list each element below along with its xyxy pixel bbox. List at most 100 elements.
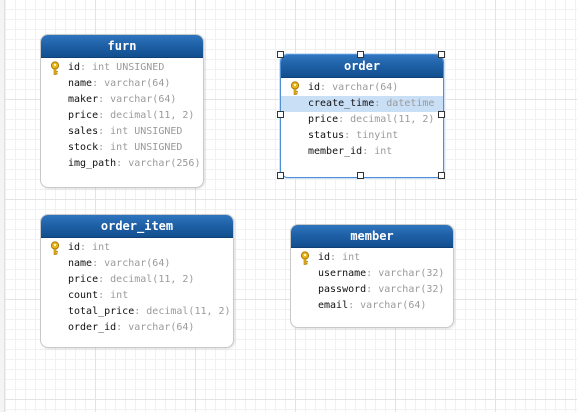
field-name: img_path	[68, 158, 117, 169]
resize-handle-right[interactable]	[438, 111, 445, 118]
resize-handle-bottom-left[interactable]	[277, 172, 284, 179]
table-title[interactable]: furn	[41, 35, 203, 58]
table-order-item[interactable]: order_item id: int name: varchar(64) price…	[40, 214, 234, 348]
field-type: varchar(64)	[104, 78, 171, 89]
field-name: name	[68, 258, 93, 269]
field-separator: :	[344, 130, 357, 141]
field-row[interactable]: price: decimal(11, 2)	[41, 272, 233, 288]
field-row[interactable]: name: varchar(64)	[41, 76, 203, 92]
field-name: count	[68, 290, 99, 301]
canvas-left-ruler	[0, 0, 5, 412]
field-row[interactable]: maker: varchar(64)	[41, 92, 203, 108]
field-type: datetime	[386, 98, 435, 109]
field-row[interactable]: img_path: varchar(256)	[41, 156, 203, 172]
field-type: decimal(11, 2)	[110, 110, 195, 121]
field-name: member_id	[308, 146, 363, 157]
field-separator: :	[98, 94, 111, 105]
field-separator: :	[98, 274, 111, 285]
field-type: int	[110, 290, 129, 301]
field-name: order_id	[68, 322, 117, 333]
field-separator: :	[374, 98, 387, 109]
field-separator: :	[116, 322, 129, 333]
field-row[interactable]: price: decimal(11, 2)	[41, 108, 203, 124]
field-type: varchar(32)	[378, 268, 445, 279]
field-name: price	[68, 110, 99, 121]
field-row[interactable]: id: int	[291, 250, 453, 266]
table-title[interactable]: order_item	[41, 215, 233, 238]
field-separator: :	[80, 62, 93, 73]
field-name: name	[68, 78, 93, 89]
field-type: int UNSIGNED	[110, 142, 183, 153]
field-row[interactable]: id: varchar(64)	[281, 80, 443, 96]
field-separator: :	[92, 78, 105, 89]
resize-handle-left[interactable]	[277, 111, 284, 118]
resize-handle-top-left[interactable]	[277, 51, 284, 58]
field-type: varchar(32)	[378, 284, 445, 295]
field-row[interactable]: total_price: decimal(11, 2)	[41, 304, 233, 320]
field-name: email	[318, 300, 349, 311]
field-row[interactable]: order_id: varchar(64)	[41, 320, 233, 336]
field-separator: :	[348, 300, 361, 311]
field-name: total_price	[68, 306, 135, 317]
er-diagram-canvas[interactable]: furn id: int UNSIGNED name: varchar(64) ma…	[0, 0, 577, 412]
field-row[interactable]: status: tinyint	[281, 128, 443, 144]
field-type: int	[92, 242, 111, 253]
field-separator: :	[92, 258, 105, 269]
primary-key-icon	[49, 61, 61, 75]
field-row[interactable]: create_time: datetime	[281, 96, 443, 112]
field-separator: :	[330, 252, 343, 263]
field-type: decimal(11, 2)	[146, 306, 231, 317]
resize-handle-bottom-right[interactable]	[438, 172, 445, 179]
field-separator: :	[366, 268, 379, 279]
table-title[interactable]: member	[291, 225, 453, 248]
field-row[interactable]: password: varchar(32)	[291, 282, 453, 298]
field-type: int	[342, 252, 361, 263]
field-separator: :	[80, 242, 93, 253]
field-separator: :	[98, 142, 111, 153]
primary-key-icon	[289, 81, 301, 95]
field-name: create_time	[308, 98, 375, 109]
field-type: int UNSIGNED	[110, 126, 183, 137]
resize-handle-bottom[interactable]	[357, 172, 364, 179]
field-row[interactable]: member_id: int	[281, 144, 443, 160]
field-name: price	[68, 274, 99, 285]
field-separator: :	[362, 146, 375, 157]
resize-handle-top-right[interactable]	[438, 51, 445, 58]
field-row[interactable]: name: varchar(64)	[41, 256, 233, 272]
field-row[interactable]: sales: int UNSIGNED	[41, 124, 203, 140]
field-separator: :	[320, 82, 333, 93]
field-row[interactable]: stock: int UNSIGNED	[41, 140, 203, 156]
table-member[interactable]: member id: int username: varchar(32) passw…	[290, 224, 454, 328]
field-type: varchar(64)	[110, 94, 177, 105]
field-separator: :	[134, 306, 147, 317]
field-name: price	[308, 114, 339, 125]
field-row[interactable]: id: int UNSIGNED	[41, 60, 203, 76]
field-row[interactable]: count: int	[41, 288, 233, 304]
resize-handle-top[interactable]	[357, 51, 364, 58]
field-row[interactable]: price: decimal(11, 2)	[281, 112, 443, 128]
field-type: varchar(64)	[128, 322, 195, 333]
field-name: stock	[68, 142, 99, 153]
field-name: id	[68, 242, 81, 253]
field-name: id	[68, 62, 81, 73]
field-name: password	[318, 284, 367, 295]
table-title[interactable]: order	[281, 55, 443, 78]
field-row[interactable]: email: varchar(64)	[291, 298, 453, 314]
field-type: decimal(11, 2)	[110, 274, 195, 285]
field-name: sales	[68, 126, 99, 137]
field-separator: :	[116, 158, 129, 169]
field-type: varchar(256)	[128, 158, 201, 169]
field-name: username	[318, 268, 367, 279]
field-name: id	[308, 82, 321, 93]
field-name: id	[318, 252, 331, 263]
table-order[interactable]: order id: varchar(64) create_time: dateti…	[280, 54, 444, 178]
field-separator: :	[338, 114, 351, 125]
field-separator: :	[98, 110, 111, 121]
field-row[interactable]: id: int	[41, 240, 233, 256]
field-type: varchar(64)	[360, 300, 427, 311]
table-furn[interactable]: furn id: int UNSIGNED name: varchar(64) ma…	[40, 34, 204, 188]
field-type: decimal(11, 2)	[350, 114, 435, 125]
field-separator: :	[98, 126, 111, 137]
field-row[interactable]: username: varchar(32)	[291, 266, 453, 282]
field-type: varchar(64)	[332, 82, 399, 93]
